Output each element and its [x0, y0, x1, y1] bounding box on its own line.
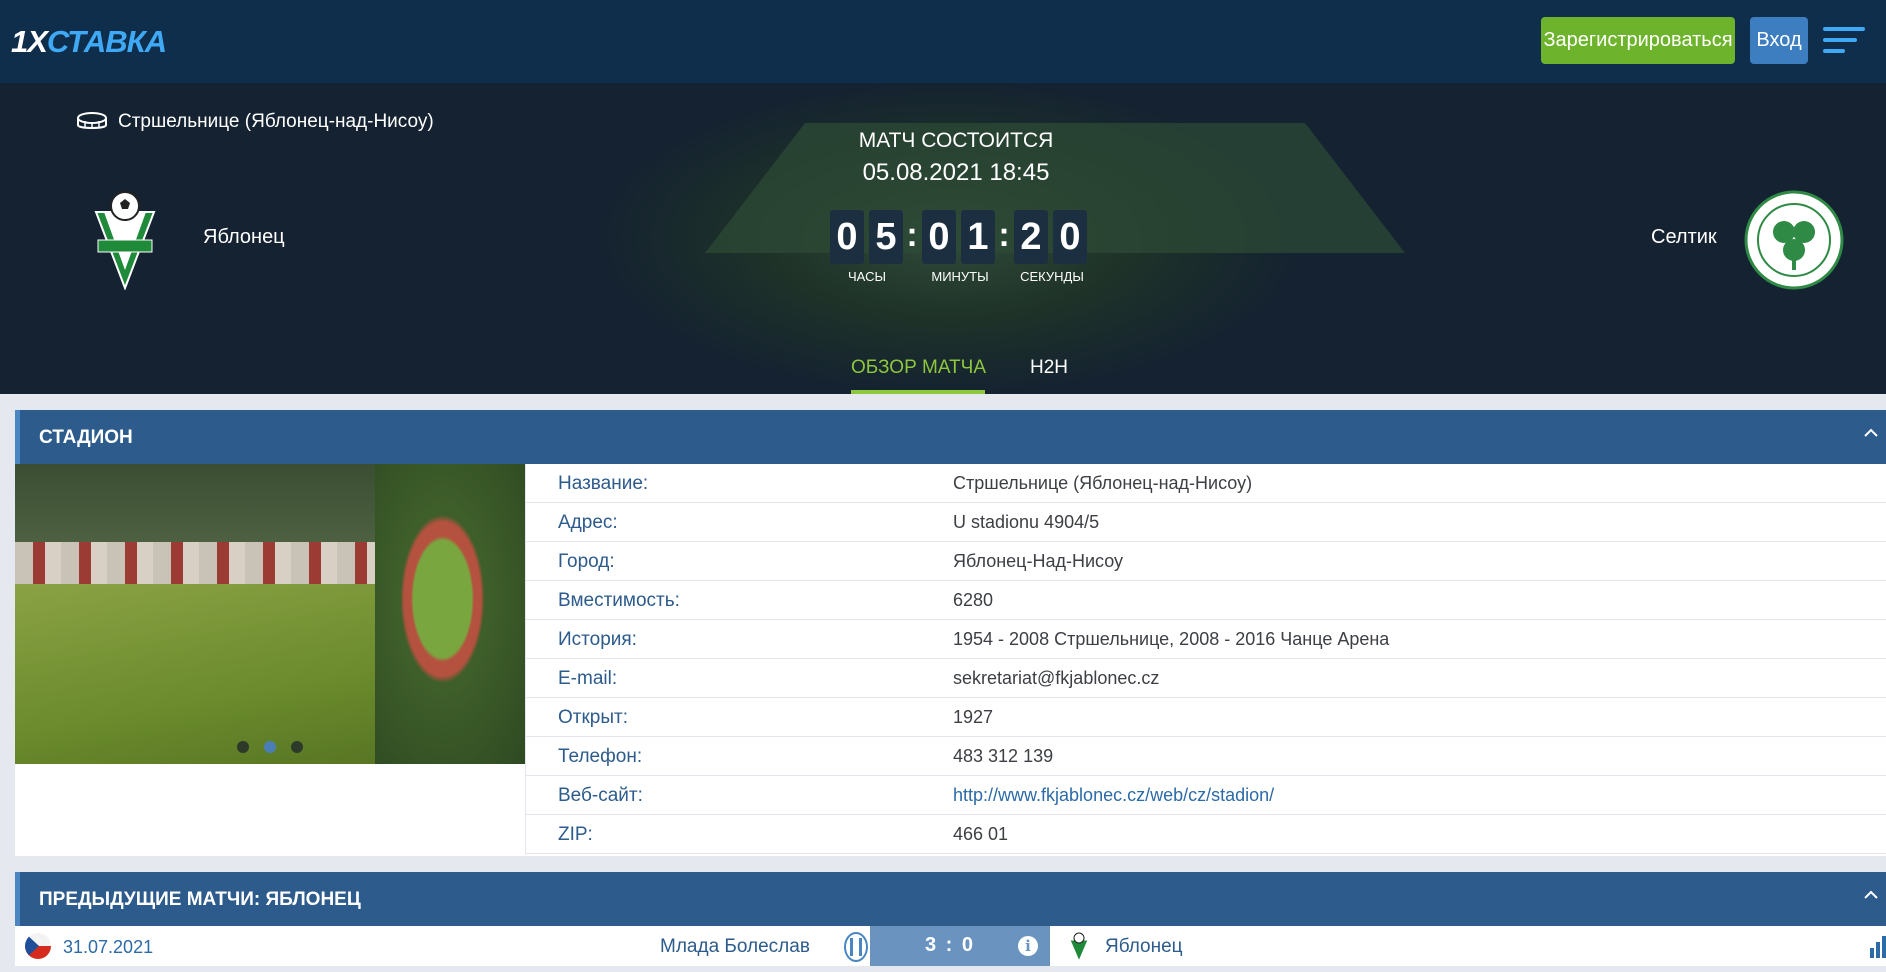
- home-team-name: Млада Болеслав: [660, 936, 810, 957]
- stadium-info-table: Название: Стршельнице (Яблонец-над-Нисоу…: [525, 464, 1886, 854]
- countdown-digit: 0: [922, 210, 956, 264]
- info-row-city: Город: Яблонец-Над-Нисоу: [525, 542, 1886, 581]
- info-icon[interactable]: i: [1018, 936, 1038, 956]
- info-value: 1954 - 2008 Стршельнице, 2008 - 2016 Чан…: [953, 629, 1390, 649]
- info-label: ZIP:: [558, 824, 593, 845]
- info-row-website: Веб-сайт: http://www.fkjablonec.cz/web/c…: [525, 776, 1886, 815]
- info-label: Веб-сайт:: [558, 785, 643, 806]
- match-score: 3 : 0: [925, 934, 976, 956]
- match-datetime: 05.08.2021 18:45: [862, 159, 1050, 186]
- photo-grass: [15, 584, 375, 764]
- info-row-email: E-mail: sekretariat@fkjablonec.cz: [525, 659, 1886, 698]
- jablonec-crest-icon: [1069, 932, 1089, 962]
- match-date: 31.07.2021: [63, 937, 154, 957]
- carousel-dot[interactable]: [237, 741, 249, 753]
- tab-h2h[interactable]: H2H: [1030, 357, 1068, 394]
- login-button[interactable]: Вход: [1750, 17, 1808, 64]
- info-value: 6280: [953, 590, 994, 610]
- info-value: Яблонец-Над-Нисоу: [953, 551, 1124, 571]
- countdown-digit: 0: [830, 210, 864, 264]
- info-row-history: История: 1954 - 2008 Стршельнице, 2008 -…: [525, 620, 1886, 659]
- photo-aerial: [375, 464, 525, 764]
- top-bar: 1XСТАВКА Зарегистрироваться Вход: [0, 0, 1886, 83]
- carousel-dot[interactable]: [291, 741, 303, 753]
- tab-overview[interactable]: ОБЗОР МАТЧА: [851, 357, 986, 394]
- stadium-details: Название: Стршельнице (Яблонец-над-Нисоу…: [15, 464, 1886, 856]
- chevron-up-icon[interactable]: [1862, 424, 1880, 442]
- info-label: Открыт:: [558, 707, 628, 728]
- away-team-name: Яблонец: [1105, 936, 1183, 957]
- celtic-crest-icon: [1744, 190, 1844, 290]
- previous-matches-section-header[interactable]: ПРЕДЫДУЩИЕ МАТЧИ: ЯБЛОНЕЦ: [15, 872, 1886, 926]
- info-label: Адрес:: [558, 512, 618, 533]
- countdown-timer: 0 5 : 0 1 : 2 0: [830, 210, 1090, 265]
- match-hero: Стршельнице (Яблонец-над-Нисоу) Яблонец …: [0, 83, 1886, 394]
- logo-prefix: 1X: [11, 24, 48, 59]
- tab-h2h-label: H2H: [1030, 357, 1069, 378]
- countdown-digit: 2: [1014, 210, 1048, 264]
- menu-icon[interactable]: [1823, 27, 1865, 55]
- countdown-separator: :: [998, 216, 1010, 254]
- away-team-name: Селтик: [1651, 226, 1717, 248]
- chevron-up-icon[interactable]: [1862, 886, 1880, 904]
- register-button[interactable]: Зарегистрироваться: [1541, 17, 1735, 64]
- info-row-address: Адрес: U stadionu 4904/5: [525, 503, 1886, 542]
- info-row-capacity: Вместимость: 6280: [525, 581, 1886, 620]
- carousel-dot-active[interactable]: [264, 741, 276, 753]
- czech-flag-icon: [25, 933, 51, 959]
- info-value: 483 312 139: [953, 746, 1054, 766]
- logo-suffix: СТАВКА: [46, 24, 167, 59]
- score-box[interactable]: 3 : 0 i: [870, 926, 1050, 966]
- info-label: Город:: [558, 551, 615, 572]
- active-tab-indicator: [851, 390, 985, 394]
- site-logo[interactable]: 1XСТАВКА: [11, 22, 167, 62]
- info-row-name: Название: Стршельнице (Яблонец-над-Нисоу…: [525, 464, 1886, 503]
- info-label: Вместимость:: [558, 590, 680, 611]
- countdown-unit-seconds: СЕКУНДЫ: [1020, 269, 1084, 284]
- countdown-digit: 0: [1053, 210, 1087, 264]
- info-label: Телефон:: [558, 746, 643, 767]
- info-row-phone: Телефон: 483 312 139: [525, 737, 1886, 776]
- info-value: 466 01: [953, 824, 1009, 844]
- match-status: МАТЧ СОСТОИТСЯ: [858, 129, 1054, 152]
- previous-match-row[interactable]: 31.07.2021 Млада Болеслав 3 : 0 i Яблоне…: [15, 926, 1886, 966]
- info-label: Название:: [558, 473, 649, 494]
- info-label: История:: [558, 629, 637, 650]
- countdown-digit: 1: [961, 210, 995, 264]
- website-link[interactable]: http://www.fkjablonec.cz/web/cz/stadion/: [953, 785, 1274, 806]
- countdown-unit-hours: ЧАСЫ: [848, 269, 886, 284]
- home-team-name: Яблонец: [203, 226, 285, 248]
- carousel-dots: [237, 741, 307, 755]
- info-value: U stadionu 4904/5: [953, 512, 1100, 532]
- mlada-boleslav-crest-icon: [844, 932, 868, 962]
- venue-name: Стршельнице (Яблонец-над-Нисоу): [118, 111, 434, 132]
- match-tabs: ОБЗОР МАТЧА H2H: [0, 357, 1886, 394]
- tab-overview-label: ОБЗОР МАТЧА: [851, 357, 986, 378]
- section-title: СТАДИОН: [39, 427, 133, 448]
- section-title: ПРЕДЫДУЩИЕ МАТЧИ: ЯБЛОНЕЦ: [39, 889, 361, 910]
- photo-trees: [15, 464, 375, 554]
- stadium-section-header[interactable]: СТАДИОН: [15, 410, 1886, 464]
- photo-stand: [15, 542, 375, 584]
- jablonec-crest-icon: [94, 191, 156, 290]
- statistics-icon[interactable]: [1870, 936, 1886, 958]
- info-value: Стршельнице (Яблонец-над-Нисоу): [953, 473, 1253, 493]
- venue-info: Стршельнице (Яблонец-над-Нисоу): [76, 107, 434, 137]
- info-value: 1927: [953, 707, 994, 727]
- stadium-photo-carousel[interactable]: [15, 464, 525, 764]
- info-label: E-mail:: [558, 668, 618, 689]
- countdown-unit-minutes: МИНУТЫ: [931, 269, 989, 284]
- stadium-icon: [77, 112, 107, 129]
- countdown-separator: :: [906, 216, 918, 254]
- info-row-opened: Открыт: 1927: [525, 698, 1886, 737]
- countdown-digit: 5: [869, 210, 903, 264]
- info-value: sekretariat@fkjablonec.cz: [953, 668, 1160, 688]
- info-row-zip: ZIP: 466 01: [525, 815, 1886, 854]
